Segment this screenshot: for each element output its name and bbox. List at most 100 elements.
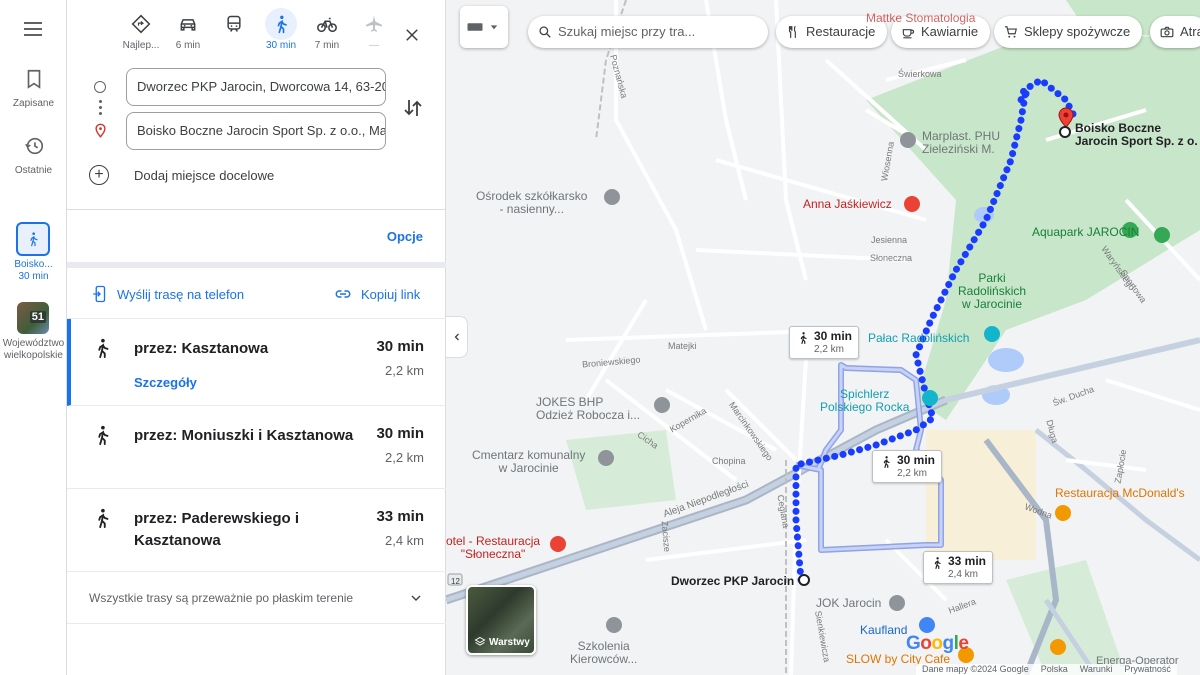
poi-label: Szkolenia Kierowców... bbox=[570, 640, 637, 666]
google-logo: Google bbox=[906, 633, 969, 654]
copy-link-button[interactable]: Kopiuj link bbox=[333, 285, 420, 303]
trip-time: 30 min bbox=[18, 271, 49, 282]
chip-attractions[interactable]: Atra bbox=[1150, 16, 1200, 48]
region-thumbnail[interactable]: 51 bbox=[17, 302, 49, 334]
route-title: przez: Moniuszki i Kasztanowa bbox=[134, 427, 354, 444]
mode-best-label: Najlep... bbox=[122, 40, 160, 51]
mode-flight[interactable]: — bbox=[352, 8, 396, 51]
map-view[interactable]: Szukaj miejsc przy tra... Restauracje Ka… bbox=[446, 0, 1200, 675]
walking-icon bbox=[98, 338, 109, 359]
route-time: 30 min bbox=[376, 425, 424, 442]
route-time: 33 min bbox=[376, 508, 424, 525]
route-label-distance: 2,4 km bbox=[948, 569, 979, 580]
street-label: Matejki bbox=[668, 341, 697, 351]
mode-car-label: 6 min bbox=[175, 40, 201, 51]
mode-car[interactable]: 6 min bbox=[166, 8, 210, 51]
destination-map-label: Boisko Boczne Jarocin Sport Sp. z o. bbox=[1075, 122, 1198, 148]
route-label-3[interactable]: 33 min 2,4 km bbox=[923, 551, 994, 584]
route-details-link[interactable]: Szczegóły bbox=[134, 375, 197, 390]
route-distance: 2,2 km bbox=[384, 450, 424, 465]
saved-button[interactable]: Zapisane bbox=[0, 68, 67, 109]
poi-label-line: Zieleziński M. bbox=[922, 142, 995, 156]
poi-label: Aquapark JAROCIN bbox=[1032, 225, 1140, 239]
cart-icon bbox=[1005, 26, 1017, 38]
add-destination-button[interactable]: + Dodaj miejsce docelowe bbox=[89, 165, 274, 185]
street-label: Zacisze bbox=[659, 520, 673, 553]
poi-label: Cmentarz komunalny w Jarocinie bbox=[472, 449, 585, 475]
poi-label: Restauracja McDonald's bbox=[1055, 486, 1185, 500]
route-distance: 2,2 km bbox=[384, 363, 424, 378]
mode-transit[interactable] bbox=[212, 8, 256, 40]
dot-separator bbox=[99, 106, 102, 109]
street-label: Jesienna bbox=[871, 235, 908, 245]
layers-button[interactable]: Warstwy bbox=[466, 585, 536, 655]
route-option-2[interactable]: przez: Moniuszki i Kasztanowa 30 min 2,2… bbox=[67, 406, 446, 489]
terrain-note-row[interactable]: Wszystkie trasy są przeważnie po płaskim… bbox=[67, 572, 446, 624]
current-trip-label: Boisko... 30 min bbox=[0, 259, 67, 283]
trip-name: Boisko... bbox=[14, 259, 53, 270]
origin-input[interactable]: Dworzec PKP Jarocin, Dworcowa 14, 63-200 bbox=[126, 68, 386, 106]
bookmark-icon bbox=[27, 69, 40, 89]
poi-label: Spichlerz Polskiego Rocka bbox=[820, 388, 909, 414]
layers-label: Warstwy bbox=[489, 636, 530, 648]
layers-label-wrap: Warstwy bbox=[474, 636, 530, 648]
street-label: Chopina bbox=[712, 456, 746, 466]
walking-icon bbox=[883, 456, 890, 468]
send-to-phone-button[interactable]: Wyślij trasę na telefon bbox=[91, 285, 244, 303]
dot-separator bbox=[99, 100, 102, 103]
recent-label: Ostatnie bbox=[14, 165, 53, 176]
walking-icon bbox=[30, 232, 38, 247]
options-button[interactable]: Opcje bbox=[387, 229, 423, 244]
poi-label: Kaufland bbox=[860, 623, 908, 637]
route-label-1[interactable]: 30 min 2,2 km bbox=[789, 326, 860, 359]
poi-label: Mattke Stomatologia bbox=[866, 11, 976, 25]
destination-input[interactable]: Boisko Boczne Jarocin Sport Sp. z o.o., … bbox=[126, 112, 386, 150]
diamond-route-icon bbox=[131, 14, 151, 34]
terrain-note: Wszystkie trasy są przeważnie po płaskim… bbox=[89, 591, 354, 605]
route-option-3[interactable]: przez: Paderewskiego i Kasztanowa 33 min… bbox=[67, 489, 446, 572]
mode-walk-label: 30 min bbox=[265, 40, 296, 51]
poi-label-line: "Słoneczna" bbox=[460, 547, 526, 561]
collapse-panel-button[interactable] bbox=[446, 316, 468, 358]
airplane-icon bbox=[366, 15, 382, 32]
transit-icon bbox=[227, 15, 241, 32]
poi-label-line: Polskiego Rocka bbox=[820, 400, 910, 414]
search-along-route-input[interactable]: Szukaj miejsc przy tra... bbox=[528, 16, 768, 48]
route-label-time: 30 min bbox=[897, 453, 936, 467]
poi-label: Anna Jaśkiewicz bbox=[803, 197, 892, 211]
close-directions-button[interactable] bbox=[399, 22, 425, 48]
mode-best[interactable]: Najlep... bbox=[119, 8, 163, 51]
swap-waypoints-icon[interactable] bbox=[401, 96, 425, 120]
poi-label-line: Odzież Robocza i... bbox=[536, 408, 641, 422]
destination-pin-icon bbox=[95, 123, 106, 138]
poi-label-line: Kierowców... bbox=[570, 652, 638, 666]
recent-button[interactable]: Ostatnie bbox=[0, 135, 67, 176]
mode-bike-label: 7 min bbox=[314, 40, 340, 51]
map-attribution: Dane mapy ©2024 Google bbox=[922, 664, 1029, 674]
chip-label: Sklepy spożywcze bbox=[1024, 24, 1131, 39]
menu-icon[interactable] bbox=[20, 18, 46, 44]
route-label-2[interactable]: 30 min 2,2 km bbox=[872, 450, 943, 483]
chevron-left-icon bbox=[454, 333, 459, 341]
plus-icon: + bbox=[89, 165, 109, 185]
input-tools-button[interactable] bbox=[460, 6, 508, 48]
mode-bike[interactable]: 7 min bbox=[305, 8, 349, 51]
send-to-phone-label: Wyślij trasę na telefon bbox=[117, 286, 245, 302]
mode-walk[interactable]: 30 min bbox=[259, 8, 303, 51]
privacy-link[interactable]: Prywatność bbox=[1124, 664, 1171, 675]
road-number-label: 12 bbox=[451, 577, 460, 586]
poi-label: JOKES BHP Odzież Robocza i... bbox=[536, 396, 640, 422]
chip-groceries[interactable]: Sklepy spożywcze bbox=[994, 16, 1143, 48]
origin-circle-icon bbox=[94, 81, 106, 93]
destination-label-line2: Jarocin Sport Sp. z o. bbox=[1075, 134, 1198, 148]
current-trip-button[interactable] bbox=[16, 222, 50, 256]
road-badge: 51 bbox=[29, 311, 46, 323]
layers-icon bbox=[474, 636, 486, 646]
history-icon bbox=[24, 137, 43, 155]
route-option-1[interactable]: przez: Kasztanowa 30 min 2,2 km Szczegół… bbox=[67, 319, 446, 406]
terms-link[interactable]: Warunki bbox=[1080, 664, 1113, 675]
directions-panel: Najlep... 6 min 30 min 7 min — Dworzec P… bbox=[67, 0, 446, 675]
route-title: przez: Kasztanowa bbox=[134, 340, 269, 357]
country-link[interactable]: Polska bbox=[1041, 664, 1068, 675]
route-label-time: 30 min bbox=[814, 329, 853, 343]
